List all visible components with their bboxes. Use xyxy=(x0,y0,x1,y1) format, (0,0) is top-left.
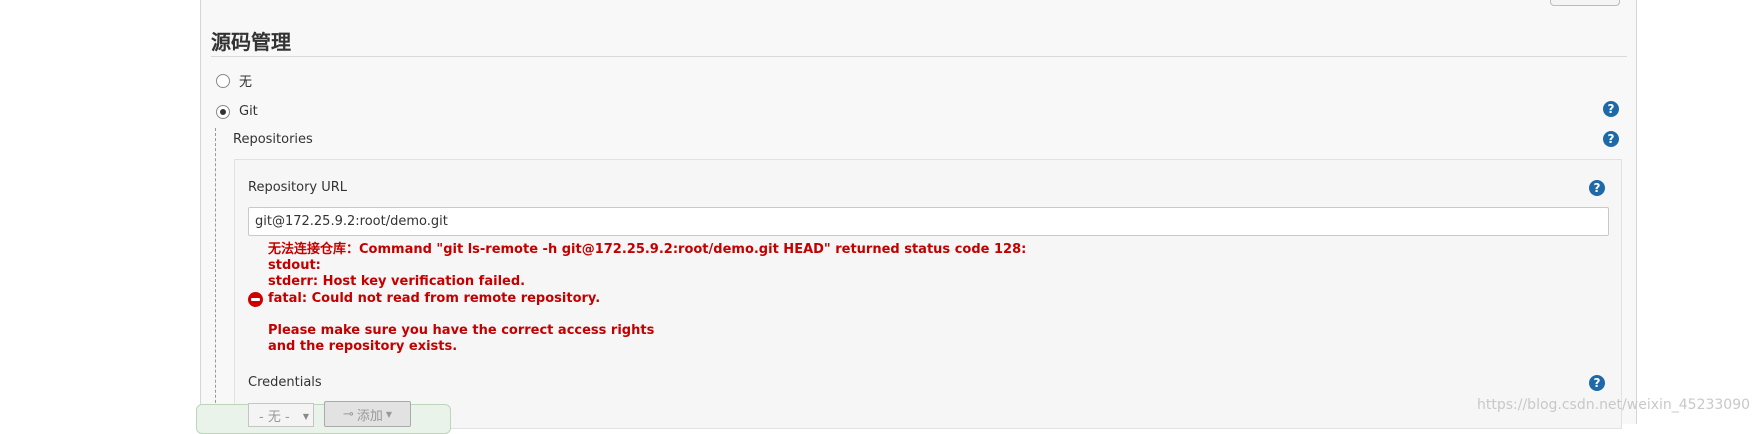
git-options-guide xyxy=(215,128,216,428)
watermark: https://blog.csdn.net/weixin_45233090 xyxy=(1477,397,1751,413)
scm-option-git[interactable]: Git xyxy=(216,104,258,119)
error-line: 无法连接仓库：Command "git ls-remote -h git@172… xyxy=(268,242,1027,257)
radio-none[interactable] xyxy=(216,73,230,88)
repository-error-message: 无法连接仓库：Command "git ls-remote -h git@172… xyxy=(268,242,1026,355)
chevron-down-icon: ▼ xyxy=(385,409,393,419)
git-help-icon[interactable]: ? xyxy=(1603,101,1619,117)
error-line: Please make sure you have the correct ac… xyxy=(268,322,655,338)
repositories-help-icon[interactable]: ? xyxy=(1603,131,1619,147)
credentials-select[interactable]: - 无 - ▼ xyxy=(248,403,314,427)
top-button-partial[interactable] xyxy=(1550,0,1620,6)
repository-url-label: Repository URL xyxy=(248,180,348,195)
radio-git[interactable] xyxy=(216,104,230,119)
error-line: stdout: xyxy=(268,258,321,274)
error-line: fatal: Could not read from remote reposi… xyxy=(268,290,601,306)
credentials-label: Credentials xyxy=(248,375,322,390)
repository-url-help-icon[interactable]: ? xyxy=(1589,180,1605,196)
key-icon: ⊸ xyxy=(342,406,354,422)
repository-url-input[interactable] xyxy=(248,207,1609,236)
add-credentials-button[interactable]: ⊸ 添加 ▼ xyxy=(324,401,411,427)
credentials-select-value: - 无 - xyxy=(259,409,290,425)
scm-option-none-label: 无 xyxy=(239,75,253,90)
error-icon xyxy=(248,292,263,307)
add-button-label: 添加 xyxy=(356,408,383,424)
section-title: 源码管理 xyxy=(211,30,291,54)
error-line xyxy=(268,307,1026,323)
scm-option-git-label: Git xyxy=(239,104,258,119)
error-line: stderr: Host key verification failed. xyxy=(268,274,526,290)
repositories-label: Repositories xyxy=(233,132,313,147)
scm-option-none[interactable]: 无 xyxy=(216,71,252,90)
section-divider xyxy=(211,56,1627,57)
error-line: and the repository exists. xyxy=(268,339,458,355)
chevron-down-icon: ▼ xyxy=(302,412,309,421)
credentials-help-icon[interactable]: ? xyxy=(1589,375,1605,391)
